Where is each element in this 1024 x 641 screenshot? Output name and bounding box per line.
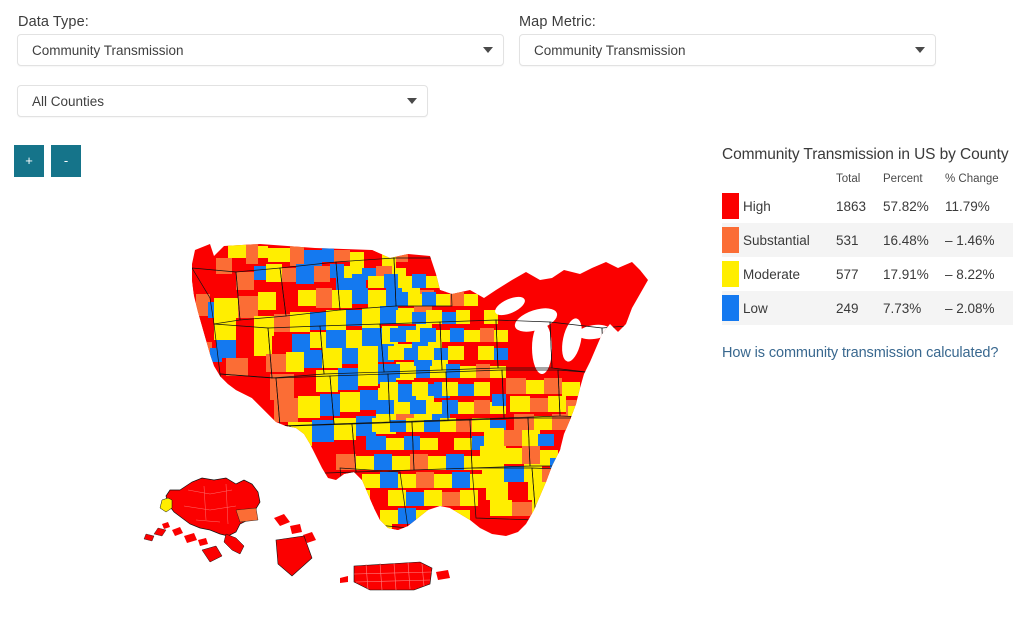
- controls-bar: Data Type: Community Transmission Map Me…: [0, 0, 1024, 130]
- legend-total: 249: [836, 291, 883, 325]
- legend-label: Substantial: [743, 223, 836, 257]
- map-svg[interactable]: [140, 228, 685, 628]
- legend-swatch-high: [722, 189, 743, 223]
- map-metric-select-value: Community Transmission: [534, 43, 907, 58]
- color-swatch: [722, 295, 739, 321]
- chevron-down-icon: [483, 47, 493, 53]
- county-filter-select-value: All Counties: [32, 94, 399, 109]
- legend-swatch-substantial: [722, 223, 743, 257]
- legend-swatch-low: [722, 291, 743, 325]
- map-legend-panel: Community Transmission in US by County T…: [722, 146, 1014, 362]
- legend-col-total: Total: [836, 173, 883, 189]
- legend-change: – 1.46%: [945, 223, 1013, 257]
- table-row[interactable]: Moderate 577 17.91% – 8.22%: [722, 257, 1013, 291]
- data-type-select-value: Community Transmission: [32, 43, 475, 58]
- legend-change: 11.79%: [945, 189, 1013, 223]
- chevron-down-icon: [407, 98, 417, 104]
- map-metric-label: Map Metric:: [519, 14, 596, 30]
- legend-total: 577: [836, 257, 883, 291]
- legend-label: High: [743, 189, 836, 223]
- legend-col-swatch: [722, 173, 743, 189]
- legend-percent: 17.91%: [883, 257, 945, 291]
- legend-col-change: % Change: [945, 173, 1013, 189]
- color-swatch: [722, 227, 739, 253]
- legend-change: – 2.08%: [945, 291, 1013, 325]
- legend-percent: 57.82%: [883, 189, 945, 223]
- map-zoom-controls: + -: [14, 145, 81, 177]
- county-filter-select[interactable]: All Counties: [17, 85, 428, 117]
- color-swatch: [722, 193, 739, 219]
- legend-col-percent: Percent: [883, 173, 945, 189]
- zoom-out-button[interactable]: -: [51, 145, 81, 177]
- legend-percent: 16.48%: [883, 223, 945, 257]
- legend-col-category: [743, 173, 836, 189]
- color-swatch: [722, 261, 739, 287]
- zoom-in-button[interactable]: +: [14, 145, 44, 177]
- table-row[interactable]: High 1863 57.82% 11.79%: [722, 189, 1013, 223]
- table-row[interactable]: Substantial 531 16.48% – 1.46%: [722, 223, 1013, 257]
- data-type-label: Data Type:: [18, 14, 89, 30]
- legend-swatch-moderate: [722, 257, 743, 291]
- region-texas-gulf: [336, 454, 488, 538]
- legend-label: Moderate: [743, 257, 836, 291]
- legend-label: Low: [743, 291, 836, 325]
- legend-change: – 8.22%: [945, 257, 1013, 291]
- chevron-down-icon: [915, 47, 925, 53]
- legend-total: 531: [836, 223, 883, 257]
- legend-header-row: Total Percent % Change: [722, 173, 1013, 189]
- puerto-rico-inset: [340, 562, 450, 590]
- map-regions: [140, 228, 685, 590]
- legend-total: 1863: [836, 189, 883, 223]
- table-row[interactable]: Low 249 7.73% – 2.08%: [722, 291, 1013, 325]
- legend-table: Total Percent % Change High 1863 57.82% …: [722, 173, 1013, 325]
- data-type-select[interactable]: Community Transmission: [17, 34, 504, 66]
- legend-title: Community Transmission in US by County: [722, 146, 1014, 164]
- us-county-choropleth-map[interactable]: [140, 228, 685, 628]
- community-transmission-info-link[interactable]: How is community transmission calculated…: [722, 345, 998, 361]
- legend-percent: 7.73%: [883, 291, 945, 325]
- map-metric-select[interactable]: Community Transmission: [519, 34, 936, 66]
